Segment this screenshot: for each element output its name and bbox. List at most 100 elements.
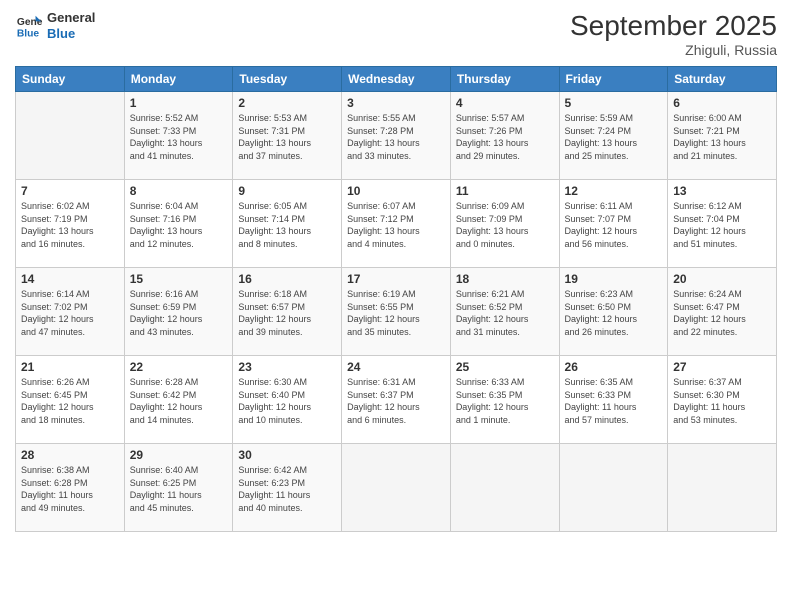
cell-info: Sunrise: 6:21 AM Sunset: 6:52 PM Dayligh… bbox=[456, 288, 554, 338]
week-row-1: 1 Sunrise: 5:52 AM Sunset: 7:33 PM Daylig… bbox=[16, 92, 777, 180]
day-header-thursday: Thursday bbox=[450, 67, 559, 92]
cell-info: Sunrise: 6:40 AM Sunset: 6:25 PM Dayligh… bbox=[130, 464, 228, 514]
calendar-cell: 4Sunrise: 5:57 AM Sunset: 7:26 PM Daylig… bbox=[450, 92, 559, 180]
calendar-cell bbox=[559, 444, 668, 532]
cell-info: Sunrise: 6:09 AM Sunset: 7:09 PM Dayligh… bbox=[456, 200, 554, 250]
day-number: 8 bbox=[130, 184, 228, 198]
calendar-cell: 1 Sunrise: 5:52 AM Sunset: 7:33 PM Daylig… bbox=[124, 92, 233, 180]
cell-info: Sunrise: 6:07 AM Sunset: 7:12 PM Dayligh… bbox=[347, 200, 445, 250]
week-row-3: 14 Sunrise: 6:14 AM Sunset: 7:02 PM Dayli… bbox=[16, 268, 777, 356]
cell-info: Sunrise: 6:00 AM Sunset: 7:21 PM Dayligh… bbox=[673, 112, 771, 162]
calendar-cell: 13 Sunrise: 6:12 AM Sunset: 7:04 PM Dayli… bbox=[668, 180, 777, 268]
day-header-tuesday: Tuesday bbox=[233, 67, 342, 92]
calendar-cell: 2 Sunrise: 5:53 AM Sunset: 7:31 PM Daylig… bbox=[233, 92, 342, 180]
cell-info: Sunrise: 5:52 AM Sunset: 7:33 PM Dayligh… bbox=[130, 112, 228, 162]
calendar-cell: 20 Sunrise: 6:24 AM Sunset: 6:47 PM Dayli… bbox=[668, 268, 777, 356]
day-number: 24 bbox=[347, 360, 445, 374]
cell-info: Sunrise: 6:11 AM Sunset: 7:07 PM Dayligh… bbox=[565, 200, 663, 250]
day-number: 11 bbox=[456, 184, 554, 198]
cell-info: Sunrise: 6:23 AM Sunset: 6:50 PM Dayligh… bbox=[565, 288, 663, 338]
title-block: September 2025 Zhiguli, Russia bbox=[570, 10, 777, 58]
calendar-cell: 9 Sunrise: 6:05 AM Sunset: 7:14 PM Daylig… bbox=[233, 180, 342, 268]
cell-info: Sunrise: 6:02 AM Sunset: 7:19 PM Dayligh… bbox=[21, 200, 119, 250]
calendar-cell: 12Sunrise: 6:11 AM Sunset: 7:07 PM Dayli… bbox=[559, 180, 668, 268]
calendar-cell: 3 Sunrise: 5:55 AM Sunset: 7:28 PM Daylig… bbox=[342, 92, 451, 180]
day-number: 23 bbox=[238, 360, 336, 374]
calendar-cell: 26Sunrise: 6:35 AM Sunset: 6:33 PM Dayli… bbox=[559, 356, 668, 444]
cell-info: Sunrise: 6:42 AM Sunset: 6:23 PM Dayligh… bbox=[238, 464, 336, 514]
day-number: 29 bbox=[130, 448, 228, 462]
day-number: 25 bbox=[456, 360, 554, 374]
logo-icon: General Blue bbox=[15, 12, 43, 40]
day-number: 20 bbox=[673, 272, 771, 286]
logo: General Blue General Blue bbox=[15, 10, 95, 41]
day-number: 13 bbox=[673, 184, 771, 198]
cell-info: Sunrise: 6:12 AM Sunset: 7:04 PM Dayligh… bbox=[673, 200, 771, 250]
day-header-wednesday: Wednesday bbox=[342, 67, 451, 92]
calendar-cell: 23 Sunrise: 6:30 AM Sunset: 6:40 PM Dayli… bbox=[233, 356, 342, 444]
cell-info: Sunrise: 6:19 AM Sunset: 6:55 PM Dayligh… bbox=[347, 288, 445, 338]
cell-info: Sunrise: 6:37 AM Sunset: 6:30 PM Dayligh… bbox=[673, 376, 771, 426]
cell-info: Sunrise: 6:05 AM Sunset: 7:14 PM Dayligh… bbox=[238, 200, 336, 250]
calendar-cell: 14 Sunrise: 6:14 AM Sunset: 7:02 PM Dayli… bbox=[16, 268, 125, 356]
calendar-cell: 25 Sunrise: 6:33 AM Sunset: 6:35 PM Dayli… bbox=[450, 356, 559, 444]
cell-info: Sunrise: 6:26 AM Sunset: 6:45 PM Dayligh… bbox=[21, 376, 119, 426]
cell-info: Sunrise: 6:16 AM Sunset: 6:59 PM Dayligh… bbox=[130, 288, 228, 338]
calendar-cell bbox=[450, 444, 559, 532]
cell-info: Sunrise: 6:14 AM Sunset: 7:02 PM Dayligh… bbox=[21, 288, 119, 338]
calendar-cell: 30 Sunrise: 6:42 AM Sunset: 6:23 PM Dayli… bbox=[233, 444, 342, 532]
svg-text:General: General bbox=[17, 17, 43, 28]
week-row-5: 28 Sunrise: 6:38 AM Sunset: 6:28 PM Dayli… bbox=[16, 444, 777, 532]
day-number: 9 bbox=[238, 184, 336, 198]
day-number: 28 bbox=[21, 448, 119, 462]
calendar-cell: 5 Sunrise: 5:59 AM Sunset: 7:24 PM Daylig… bbox=[559, 92, 668, 180]
day-number: 18 bbox=[456, 272, 554, 286]
day-number: 2 bbox=[238, 96, 336, 110]
calendar-cell: 8 Sunrise: 6:04 AM Sunset: 7:16 PM Daylig… bbox=[124, 180, 233, 268]
day-number: 17 bbox=[347, 272, 445, 286]
day-number: 19 bbox=[565, 272, 663, 286]
svg-text:Blue: Blue bbox=[17, 28, 40, 39]
day-number: 5 bbox=[565, 96, 663, 110]
day-number: 7 bbox=[21, 184, 119, 198]
day-number: 26 bbox=[565, 360, 663, 374]
day-number: 27 bbox=[673, 360, 771, 374]
calendar-table: SundayMondayTuesdayWednesdayThursdayFrid… bbox=[15, 66, 777, 532]
calendar-cell: 17 Sunrise: 6:19 AM Sunset: 6:55 PM Dayli… bbox=[342, 268, 451, 356]
cell-info: Sunrise: 6:24 AM Sunset: 6:47 PM Dayligh… bbox=[673, 288, 771, 338]
logo-general: General bbox=[47, 10, 95, 26]
day-header-monday: Monday bbox=[124, 67, 233, 92]
day-header-friday: Friday bbox=[559, 67, 668, 92]
calendar-cell: 27 Sunrise: 6:37 AM Sunset: 6:30 PM Dayli… bbox=[668, 356, 777, 444]
calendar-cell: 29 Sunrise: 6:40 AM Sunset: 6:25 PM Dayli… bbox=[124, 444, 233, 532]
day-number: 30 bbox=[238, 448, 336, 462]
cell-info: Sunrise: 6:30 AM Sunset: 6:40 PM Dayligh… bbox=[238, 376, 336, 426]
calendar-cell bbox=[16, 92, 125, 180]
cell-info: Sunrise: 5:59 AM Sunset: 7:24 PM Dayligh… bbox=[565, 112, 663, 162]
day-number: 14 bbox=[21, 272, 119, 286]
day-number: 1 bbox=[130, 96, 228, 110]
calendar-header-row: SundayMondayTuesdayWednesdayThursdayFrid… bbox=[16, 67, 777, 92]
calendar-cell bbox=[342, 444, 451, 532]
cell-info: Sunrise: 6:38 AM Sunset: 6:28 PM Dayligh… bbox=[21, 464, 119, 514]
calendar-cell: 10 Sunrise: 6:07 AM Sunset: 7:12 PM Dayli… bbox=[342, 180, 451, 268]
calendar-cell: 22Sunrise: 6:28 AM Sunset: 6:42 PM Dayli… bbox=[124, 356, 233, 444]
calendar-cell: 16Sunrise: 6:18 AM Sunset: 6:57 PM Dayli… bbox=[233, 268, 342, 356]
day-number: 4 bbox=[456, 96, 554, 110]
calendar-cell: 24Sunrise: 6:31 AM Sunset: 6:37 PM Dayli… bbox=[342, 356, 451, 444]
calendar-cell: 19 Sunrise: 6:23 AM Sunset: 6:50 PM Dayli… bbox=[559, 268, 668, 356]
cell-info: Sunrise: 6:28 AM Sunset: 6:42 PM Dayligh… bbox=[130, 376, 228, 426]
cell-info: Sunrise: 6:33 AM Sunset: 6:35 PM Dayligh… bbox=[456, 376, 554, 426]
week-row-4: 21Sunrise: 6:26 AM Sunset: 6:45 PM Dayli… bbox=[16, 356, 777, 444]
cell-info: Sunrise: 6:04 AM Sunset: 7:16 PM Dayligh… bbox=[130, 200, 228, 250]
logo-blue: Blue bbox=[47, 26, 95, 42]
day-number: 3 bbox=[347, 96, 445, 110]
cell-info: Sunrise: 5:55 AM Sunset: 7:28 PM Dayligh… bbox=[347, 112, 445, 162]
day-number: 15 bbox=[130, 272, 228, 286]
day-number: 6 bbox=[673, 96, 771, 110]
cell-info: Sunrise: 5:53 AM Sunset: 7:31 PM Dayligh… bbox=[238, 112, 336, 162]
calendar-cell: 7 Sunrise: 6:02 AM Sunset: 7:19 PM Daylig… bbox=[16, 180, 125, 268]
day-number: 10 bbox=[347, 184, 445, 198]
calendar-cell bbox=[668, 444, 777, 532]
cell-info: Sunrise: 6:18 AM Sunset: 6:57 PM Dayligh… bbox=[238, 288, 336, 338]
